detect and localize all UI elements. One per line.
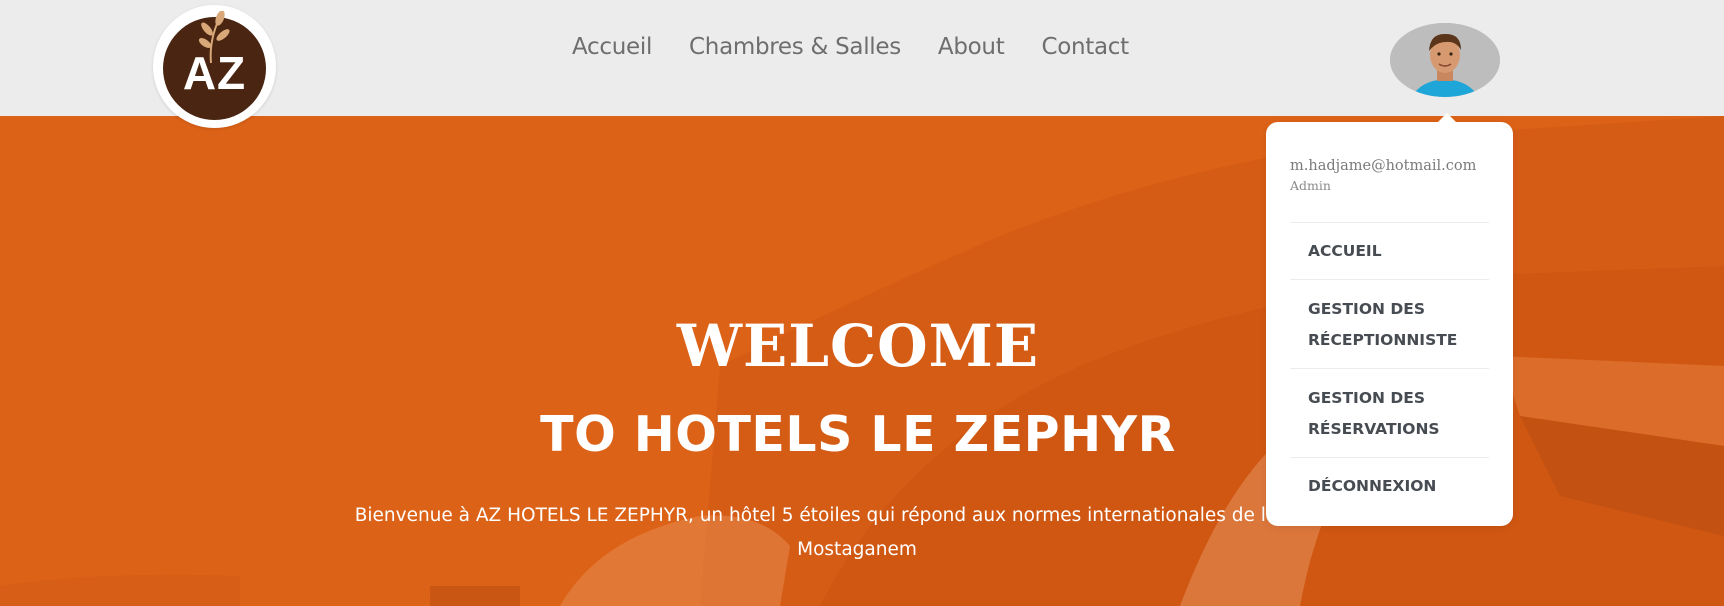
hero-intro-line-2: Mostaganem [797,539,917,560]
logo-badge: AZ [163,11,266,120]
menu-item-label: GESTION DES [1308,389,1425,407]
user-avatar[interactable] [1390,23,1500,97]
user-role: Admin [1290,178,1331,193]
menu-item-gestion-receptionniste[interactable]: GESTION DES RÉCEPTIONNISTE [1290,279,1489,368]
user-menu-list: ACCUEIL GESTION DES RÉCEPTIONNISTE GESTI… [1290,222,1489,514]
menu-item-label: ACCUEIL [1308,242,1382,260]
menu-item-label: RÉCEPTIONNISTE [1308,331,1458,349]
menu-item-accueil[interactable]: ACCUEIL [1290,222,1489,279]
user-dropdown-menu: m.hadjame@hotmail.com Admin ACCUEIL GEST… [1266,113,1513,526]
nav-chambres-salles[interactable]: Chambres & Salles [689,34,901,60]
menu-item-label: GESTION DES [1308,300,1425,318]
menu-item-label: DÉCONNEXION [1308,477,1437,495]
menu-item-label: RÉSERVATIONS [1308,420,1440,438]
nav-about[interactable]: About [938,34,1005,60]
main-nav: Accueil Chambres & Salles About Contact [572,34,1129,60]
avatar-photo-icon [1390,23,1500,97]
nav-contact[interactable]: Contact [1041,34,1129,60]
hotel-logo[interactable]: AZ [153,5,276,128]
nav-accueil[interactable]: Accueil [572,34,652,60]
menu-item-deconnexion[interactable]: DÉCONNEXION [1290,457,1489,514]
leaf-branch-icon [198,11,230,63]
user-email: m.hadjame@hotmail.com [1290,158,1477,174]
menu-item-gestion-reservations[interactable]: GESTION DES RÉSERVATIONS [1290,368,1489,457]
